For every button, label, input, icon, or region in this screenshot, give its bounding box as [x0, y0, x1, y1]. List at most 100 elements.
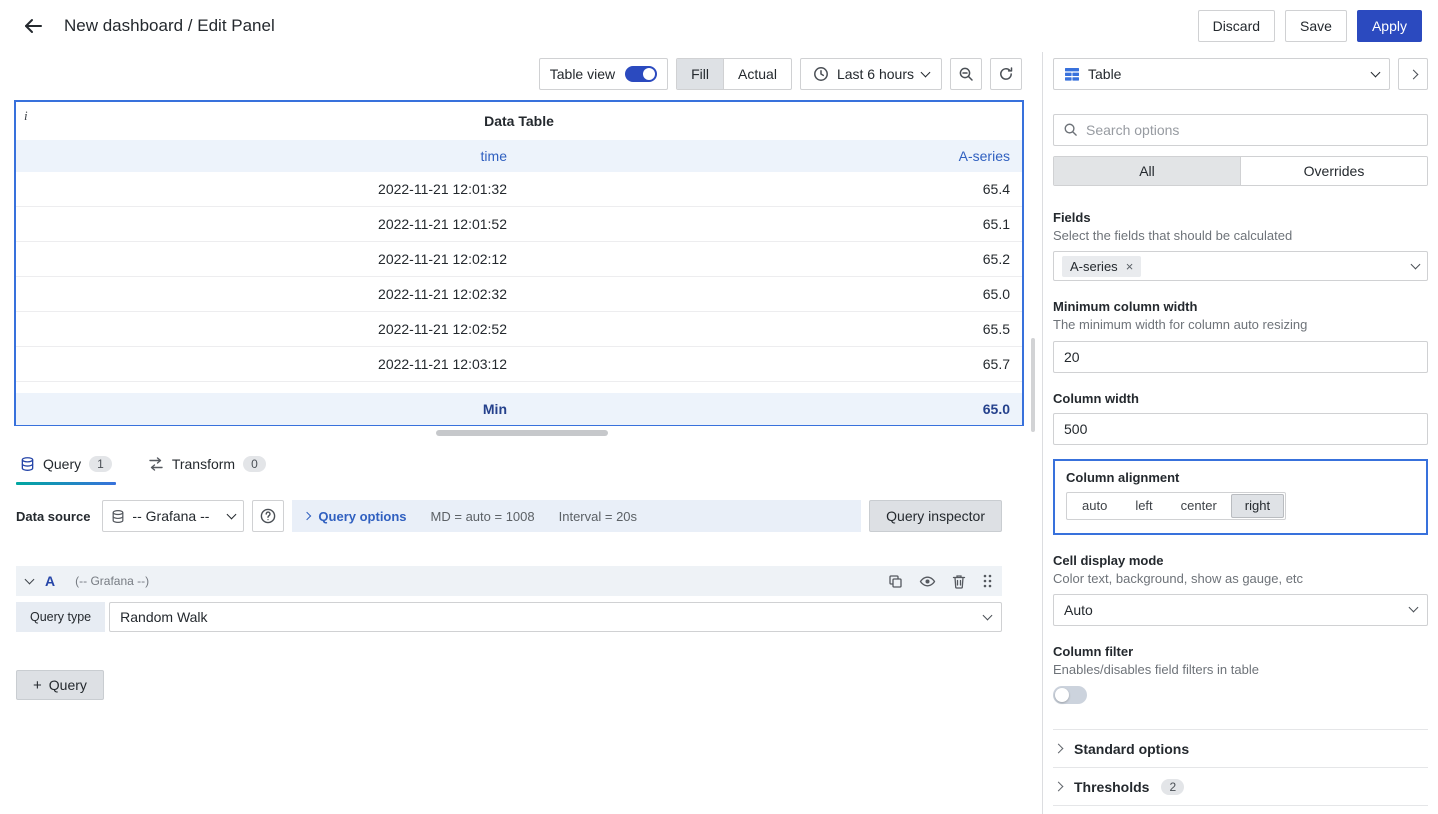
options-tabs: All Overrides	[1053, 156, 1428, 186]
visualization-picker[interactable]: Table	[1053, 58, 1390, 90]
vertical-scrollbar[interactable]	[1031, 338, 1035, 432]
edit-workspace: Table view Fill Actual Last 6 hours i Da…	[0, 52, 1030, 814]
search-input[interactable]	[1053, 114, 1428, 146]
duplicate-query-button[interactable]	[888, 574, 903, 589]
chevron-down-icon	[226, 509, 237, 519]
datasource-picker[interactable]: -- Grafana --	[102, 500, 245, 532]
datasource-row: Data source -- Grafana -- Query options …	[16, 500, 1002, 532]
min-column-width-input[interactable]	[1053, 340, 1428, 373]
column-width-input[interactable]	[1053, 412, 1428, 445]
max-data-points-text: MD = auto = 1008	[430, 508, 535, 524]
drag-query-handle[interactable]	[982, 573, 992, 589]
grip-dots-icon	[982, 573, 992, 589]
table-grid-icon	[1064, 66, 1080, 82]
datasource-value: -- Grafana --	[132, 508, 210, 524]
visualization-row: Table	[1053, 58, 1428, 90]
panel-title: Data Table	[484, 113, 554, 129]
query-inspector-button[interactable]: Query inspector	[869, 500, 1002, 532]
hide-query-button[interactable]	[919, 574, 936, 589]
query-type-value: Random Walk	[120, 609, 208, 625]
section-thresholds[interactable]: Thresholds 2	[1053, 767, 1428, 805]
column-header-time[interactable]: time	[16, 140, 519, 172]
zoom-out-button[interactable]	[950, 58, 982, 90]
delete-query-button[interactable]	[952, 574, 966, 589]
discard-button[interactable]: Discard	[1197, 10, 1276, 42]
query-count-badge: 1	[89, 456, 112, 472]
fields-multiselect[interactable]: A-series ×	[1053, 251, 1428, 282]
fields-label: Fields	[1053, 210, 1091, 225]
refresh-button[interactable]	[990, 58, 1022, 90]
add-query-button[interactable]: + Query	[16, 670, 104, 700]
section-label: Thresholds	[1074, 778, 1150, 795]
options-search	[1053, 114, 1428, 146]
collapse-chevron-icon[interactable]	[24, 574, 35, 584]
query-type-select[interactable]: Random Walk	[109, 602, 1002, 632]
column-alignment-highlight: Column alignment auto left center right	[1053, 458, 1428, 535]
eye-icon	[919, 574, 936, 589]
alignment-option-right[interactable]: right	[1230, 493, 1285, 518]
collapse-pane-button[interactable]	[1398, 58, 1428, 90]
alignment-option-center[interactable]: center	[1167, 494, 1231, 518]
min-column-width-group: Minimum column width The minimum width f…	[1053, 299, 1428, 373]
alignment-option-left[interactable]: left	[1121, 494, 1166, 518]
panel-toolbar: Table view Fill Actual Last 6 hours	[538, 58, 1022, 90]
cell-display-mode-select[interactable]: Auto	[1053, 593, 1428, 626]
tab-transform-label: Transform	[171, 456, 236, 472]
question-circle-icon	[259, 507, 277, 525]
column-filter-description: Enables/disables field filters in table	[1053, 661, 1259, 677]
query-row-header[interactable]: A (-- Grafana --)	[16, 566, 1002, 596]
table-view-label: Table view	[549, 66, 616, 82]
visualization-name: Table	[1088, 66, 1122, 82]
save-button[interactable]: Save	[1285, 10, 1347, 42]
chevron-right-icon	[1408, 69, 1418, 79]
horizontal-scrollbar[interactable]	[436, 430, 608, 436]
remove-chip-icon[interactable]: ×	[1126, 259, 1134, 274]
section-standard-options[interactable]: Standard options	[1053, 729, 1428, 767]
top-header: New dashboard / Edit Panel Discard Save …	[0, 0, 1438, 52]
section-value-mappings[interactable]: Value mappings	[1053, 805, 1428, 814]
query-row-actions	[888, 573, 992, 589]
tab-all[interactable]: All	[1054, 157, 1240, 185]
options-accordion: Standard options Thresholds 2 Value mapp…	[1053, 729, 1428, 814]
section-badge: 2	[1161, 778, 1185, 795]
tab-query[interactable]: Query 1	[16, 450, 116, 485]
transform-icon	[148, 457, 164, 471]
copy-icon	[888, 574, 903, 589]
actual-option[interactable]: Actual	[723, 59, 791, 89]
toggle-knob	[643, 68, 656, 80]
cell-time: 2022-11-21 12:03:12	[378, 356, 507, 372]
column-header-a-series[interactable]: A-series	[519, 140, 1022, 172]
table-footer-gap	[16, 382, 1022, 393]
footer-calc-label: Min	[482, 401, 507, 417]
query-type-row: Query type Random Walk	[16, 602, 1002, 632]
table-view-toggle[interactable]	[625, 66, 658, 82]
column-filter-label: Column filter	[1053, 643, 1134, 659]
cell-value: 65.1	[982, 216, 1010, 232]
alignment-option-auto[interactable]: auto	[1068, 494, 1121, 518]
fill-option[interactable]: Fill	[677, 59, 724, 89]
back-button[interactable]	[16, 9, 50, 43]
tab-transform[interactable]: Transform 0	[144, 450, 270, 485]
datasource-label: Data source	[16, 508, 91, 524]
refresh-icon	[998, 66, 1014, 82]
cell-value: 65.2	[982, 251, 1010, 267]
table-footer-row: Min 65.0	[16, 393, 1022, 425]
column-width-label: Column width	[1053, 390, 1139, 406]
tab-overrides[interactable]: Overrides	[1240, 157, 1427, 185]
toggle-knob	[1055, 688, 1069, 702]
editor-tabs: Query 1 Transform 0	[16, 450, 270, 485]
query-options-toggle[interactable]: Query options MD = auto = 1008 Interval …	[292, 500, 862, 532]
column-filter-toggle[interactable]	[1053, 686, 1087, 704]
query-type-label: Query type	[16, 602, 106, 632]
time-range-picker[interactable]: Last 6 hours	[799, 58, 942, 90]
datasource-help-button[interactable]	[252, 500, 285, 532]
apply-button[interactable]: Apply	[1356, 10, 1422, 42]
cell-display-mode-value: Auto	[1064, 601, 1093, 618]
cell-value: 65.5	[982, 321, 1010, 337]
panel-info-icon[interactable]: i	[24, 108, 28, 124]
table-row: 2022-11-21 12:01:32 65.4	[16, 172, 1022, 207]
cell-display-mode-group: Cell display mode Color text, background…	[1053, 553, 1428, 626]
footer-calc-value: 65.0	[982, 401, 1010, 417]
cell-time: 2022-11-21 12:02:12	[378, 251, 507, 267]
cell-value: 65.7	[982, 356, 1010, 372]
